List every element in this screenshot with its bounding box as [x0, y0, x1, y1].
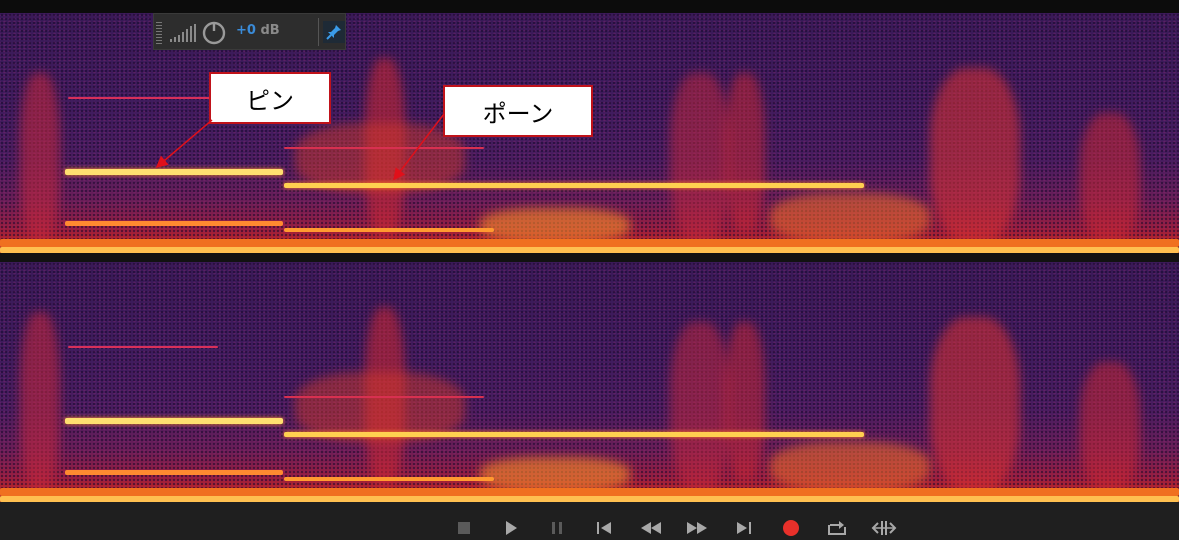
energy-blob — [670, 73, 730, 243]
energy-blob — [770, 442, 930, 492]
energy-blob — [725, 73, 765, 233]
skip-selection-icon — [871, 521, 897, 535]
loop-playback-button[interactable] — [823, 516, 851, 540]
energy-blob — [725, 322, 765, 482]
fast-forward-button[interactable] — [683, 516, 711, 540]
annotation-pin-text: ピン — [246, 86, 294, 115]
tone-pin-harmonic — [68, 346, 218, 348]
skip-back-icon — [597, 522, 611, 534]
record-icon — [783, 520, 799, 536]
energy-blob — [1080, 362, 1140, 492]
record-button[interactable] — [777, 516, 805, 540]
energy-blob — [480, 208, 630, 243]
tone-pon-low — [284, 228, 494, 232]
move-to-start-button[interactable] — [590, 516, 618, 540]
annotation-pon-label: ポーン — [443, 85, 593, 137]
pause-icon — [552, 522, 562, 534]
spectrogram-channel-right[interactable] — [0, 262, 1179, 502]
gain-value: +0 — [236, 23, 256, 38]
low-frequency-band — [0, 239, 1179, 247]
play-button[interactable] — [497, 516, 525, 540]
loop-icon — [828, 521, 846, 535]
energy-blob — [670, 322, 730, 492]
audio-editor: +0 dB ピン ポーン — [0, 0, 1179, 540]
move-to-end-button[interactable] — [730, 516, 758, 540]
energy-blob — [20, 312, 60, 492]
timeline-top-strip — [0, 0, 1179, 13]
level-bars-icon — [170, 24, 196, 42]
tone-pon-fundamental — [284, 432, 864, 437]
energy-blob — [930, 317, 1020, 492]
stop-icon — [458, 522, 470, 534]
pin-icon[interactable] — [323, 21, 345, 43]
play-icon — [506, 521, 517, 535]
energy-blob — [930, 68, 1020, 243]
tone-pin-harmonic — [68, 97, 218, 99]
transport-bar — [0, 502, 1179, 540]
annotation-pon-text: ポーン — [482, 99, 554, 128]
power-knob-icon[interactable] — [201, 19, 227, 45]
channel-separator — [0, 253, 1179, 262]
tone-pon-harmonic — [284, 396, 484, 398]
annotation-pin-label: ピン — [209, 72, 331, 124]
hud-volume-control[interactable]: +0 dB — [153, 13, 346, 50]
stop-button[interactable] — [450, 516, 478, 540]
energy-blob — [770, 193, 930, 243]
tone-pon-low — [284, 477, 494, 481]
tone-pon-harmonic — [284, 147, 484, 149]
tone-pin-low — [65, 470, 283, 475]
energy-blob — [480, 457, 630, 492]
tone-pin-low — [65, 221, 283, 226]
meter-divider — [318, 18, 319, 46]
skip-forward-icon — [737, 522, 751, 534]
tone-pin-fundamental — [65, 169, 283, 175]
skip-selection-button[interactable] — [870, 516, 898, 540]
gain-readout[interactable]: +0 dB — [236, 23, 280, 38]
grip-icon[interactable] — [156, 22, 162, 44]
low-frequency-band — [0, 488, 1179, 496]
tone-pon-fundamental — [284, 183, 864, 188]
energy-blob — [20, 73, 60, 243]
fast-forward-icon — [687, 522, 707, 534]
tone-pin-fundamental — [65, 418, 283, 424]
rewind-icon — [641, 522, 661, 534]
pause-button[interactable] — [543, 516, 571, 540]
energy-blob — [1080, 113, 1140, 243]
rewind-button[interactable] — [637, 516, 665, 540]
gain-unit: dB — [260, 23, 280, 38]
